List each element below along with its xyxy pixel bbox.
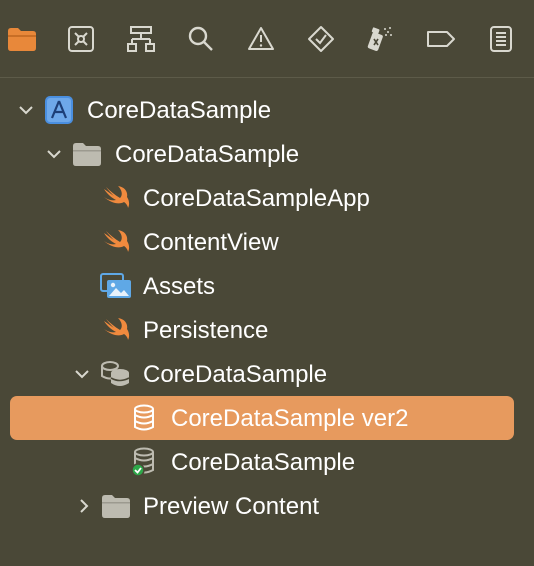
tree-item-label: CoreDataSample: [171, 449, 356, 476]
tree-row-group[interactable]: Preview Content: [0, 484, 534, 528]
test-icon[interactable]: [304, 22, 338, 56]
tree-item-label: CoreDataSample ver2: [171, 405, 409, 432]
swift-icon: [99, 225, 133, 259]
warning-icon[interactable]: [244, 22, 278, 56]
folder-icon[interactable]: [5, 22, 39, 56]
tree-row-file[interactable]: Assets: [0, 264, 534, 308]
report-icon[interactable]: [484, 22, 518, 56]
swift-icon: [99, 181, 133, 215]
chevron-down-icon[interactable]: [16, 100, 36, 120]
navigator-toolbar: [0, 0, 534, 78]
swift-icon: [99, 313, 133, 347]
source-control-icon[interactable]: [64, 22, 98, 56]
toolbar-divider: [0, 77, 534, 78]
tree-row-model-version-selected[interactable]: CoreDataSample ver2: [0, 396, 534, 440]
tree-row-file[interactable]: CoreDataSampleApp: [0, 176, 534, 220]
xcode-project-icon: [42, 93, 76, 127]
folder-icon: [99, 489, 133, 523]
tree-item-label: Persistence: [143, 317, 269, 344]
tree-row-model-version[interactable]: CoreDataSample: [0, 440, 534, 484]
chevron-right-icon[interactable]: [74, 496, 94, 516]
breakpoint-icon[interactable]: [424, 22, 458, 56]
tree-item-label: CoreDataSample: [87, 97, 272, 124]
assets-icon: [99, 269, 133, 303]
tree-item-label: CoreDataSampleApp: [143, 185, 370, 212]
tree-item-label: CoreDataSample: [115, 141, 300, 168]
tree-row-group[interactable]: CoreDataSample: [0, 132, 534, 176]
tree-row-project[interactable]: CoreDataSample: [0, 88, 534, 132]
tree-item-label: Assets: [143, 273, 216, 300]
tree-item-label: Preview Content: [143, 493, 320, 520]
tree-row-file[interactable]: Persistence: [0, 308, 534, 352]
data-model-group-icon: [99, 357, 133, 391]
tree-row-file[interactable]: ContentView: [0, 220, 534, 264]
hierarchy-icon[interactable]: [124, 22, 158, 56]
tree-item-label: ContentView: [143, 229, 279, 256]
database-current-icon: [127, 445, 161, 479]
chevron-down-icon[interactable]: [44, 144, 64, 164]
database-icon: [127, 401, 161, 435]
folder-icon: [70, 137, 104, 171]
tree-item-label: CoreDataSample: [143, 361, 328, 388]
chevron-down-icon[interactable]: [72, 364, 92, 384]
search-icon[interactable]: [184, 22, 218, 56]
debug-icon[interactable]: [362, 22, 396, 56]
tree-row-model-group[interactable]: CoreDataSample: [0, 352, 534, 396]
